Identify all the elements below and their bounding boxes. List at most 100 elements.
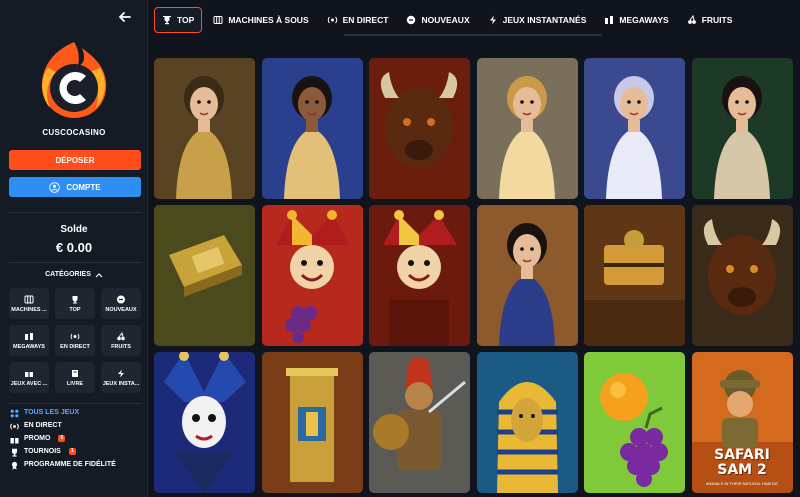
book-icon <box>72 369 78 377</box>
game-thumbnail <box>476 352 578 493</box>
user-icon <box>49 181 61 193</box>
game-subtitle-text: ANIMALS IN THEIR NATURAL HABITAT <box>705 481 779 486</box>
game-thumbnail <box>154 352 255 493</box>
game-tile[interactable] <box>476 352 578 493</box>
account-label: COMPTE <box>66 182 101 192</box>
game-tile[interactable] <box>261 58 363 199</box>
game-thumbnail <box>584 58 685 199</box>
game-tile[interactable] <box>691 205 793 346</box>
nav-promo[interactable]: PROMO 6 <box>9 435 145 444</box>
category-label: NOUVEAUX <box>105 306 137 313</box>
category-bonus[interactable]: JEUX AVEC ... <box>9 362 49 393</box>
nav-all-games[interactable]: TOUS LES JEUX <box>9 409 145 418</box>
game-tile[interactable] <box>261 205 363 346</box>
deposit-label: DÉPOSER <box>55 155 95 165</box>
live-icon <box>70 333 80 339</box>
category-label: LIVRE <box>66 380 84 387</box>
category-fruits[interactable]: FRUITS <box>101 325 141 356</box>
slot-machine-icon <box>213 16 223 24</box>
bonus-icon <box>25 369 33 377</box>
game-thumbnail <box>261 205 363 346</box>
instant-icon <box>118 369 124 377</box>
tab-top[interactable]: TOP <box>154 7 203 33</box>
nav-label: PROGRAMME DE FIDÉLITÉ <box>24 461 116 468</box>
game-thumbnail <box>154 58 255 199</box>
live-icon <box>9 423 19 430</box>
nav-label: EN DIRECT <box>24 422 62 429</box>
game-tile[interactable] <box>154 352 255 493</box>
tab-new[interactable]: NOUVEAUX <box>399 7 476 33</box>
game-tile[interactable] <box>369 58 470 199</box>
tab-slots[interactable]: MACHINES À SOUS <box>206 7 315 33</box>
gift-icon <box>10 436 18 444</box>
tab-fruits[interactable]: FRUITS <box>680 7 740 33</box>
game-tile[interactable] <box>154 205 255 346</box>
tab-label: NOUVEAUX <box>421 15 470 25</box>
sidebar-divider <box>9 212 141 213</box>
slot-machine-icon <box>24 295 34 303</box>
game-tile[interactable] <box>584 58 685 199</box>
game-tile[interactable]: SAFARI SAM 2 ANIMALS IN THEIR NATURAL HAB… <box>691 352 793 493</box>
game-tile[interactable] <box>476 205 578 346</box>
tab-label: MEGAWAYS <box>619 15 669 25</box>
category-label: EN DIRECT <box>60 343 90 350</box>
megaways-icon <box>25 332 33 340</box>
instant-icon <box>489 15 496 25</box>
deposit-button[interactable]: DÉPOSER <box>9 150 141 170</box>
category-slots[interactable]: MACHINES ... <box>9 288 49 319</box>
game-tile[interactable] <box>584 352 685 493</box>
game-grid: SAFARI SAM 2 ANIMALS IN THEIR NATURAL HAB… <box>154 58 800 493</box>
game-tile[interactable] <box>154 58 255 199</box>
chevron-up-icon <box>95 272 103 277</box>
game-tile[interactable] <box>369 205 470 346</box>
game-thumbnail <box>476 58 578 199</box>
game-thumbnail <box>584 205 685 346</box>
nav-tournaments[interactable]: TOURNOIS 1 <box>9 448 145 457</box>
app-root: CUSCOCASINO DÉPOSER COMPTE Solde € 0.00 … <box>0 0 800 497</box>
brand-name: CUSCOCASINO <box>42 128 106 137</box>
nav-label: PROMO <box>24 435 51 442</box>
game-tile[interactable] <box>261 352 363 493</box>
game-thumbnail <box>369 205 470 346</box>
tab-instant[interactable]: JEUX INSTANTANÉS <box>481 7 594 33</box>
nav-live[interactable]: EN DIRECT <box>9 422 145 431</box>
tournament-count-badge: 1 <box>68 448 76 455</box>
category-megaways[interactable]: MEGAWAYS <box>9 325 49 356</box>
back-arrow-icon[interactable] <box>116 8 134 26</box>
game-tile[interactable] <box>584 205 685 346</box>
category-label: JEUX AVEC ... <box>10 380 48 387</box>
tab-live[interactable]: EN DIRECT <box>320 7 396 33</box>
category-instant[interactable]: JEUX INSTA... <box>101 362 141 393</box>
game-tile[interactable] <box>476 58 578 199</box>
nav-loyalty[interactable]: PROGRAMME DE FIDÉLITÉ <box>9 461 145 470</box>
account-button[interactable]: COMPTE <box>9 177 141 197</box>
tab-label: FRUITS <box>701 15 733 25</box>
game-thumbnail <box>154 205 255 346</box>
trophy-icon <box>72 295 78 303</box>
category-label: MEGAWAYS <box>13 343 45 350</box>
tab-label: EN DIRECT <box>342 15 389 25</box>
game-thumbnail <box>261 352 363 493</box>
all-games-icon <box>10 409 18 418</box>
category-book[interactable]: LIVRE <box>55 362 95 393</box>
category-grid: MACHINES ... TOP NOUVEAUX MEGAWAYS EN DI… <box>9 288 141 393</box>
medal-icon <box>11 461 17 470</box>
new-badge-icon <box>117 295 125 303</box>
category-live[interactable]: EN DIRECT <box>55 325 95 356</box>
game-thumbnail <box>261 58 363 199</box>
promo-count-badge: 6 <box>58 435 66 442</box>
tab-megaways[interactable]: MEGAWAYS <box>597 7 675 33</box>
brand-logo[interactable] <box>30 38 118 122</box>
category-new[interactable]: NOUVEAUX <box>101 288 141 319</box>
balance-value: € 0.00 <box>55 240 93 255</box>
game-tile[interactable] <box>691 58 793 199</box>
categories-toggle[interactable]: CATÉGORIES <box>0 271 148 278</box>
game-thumbnail <box>691 205 793 346</box>
game-title-text: SAFARI SAM 2 <box>714 447 770 478</box>
category-label: JEUX INSTA... <box>102 380 140 387</box>
game-tile[interactable] <box>369 352 470 493</box>
category-label: FRUITS <box>111 343 131 350</box>
category-top[interactable]: TOP <box>55 288 95 319</box>
game-thumbnail <box>691 58 793 199</box>
tabs-scroll-indicator <box>344 34 602 36</box>
